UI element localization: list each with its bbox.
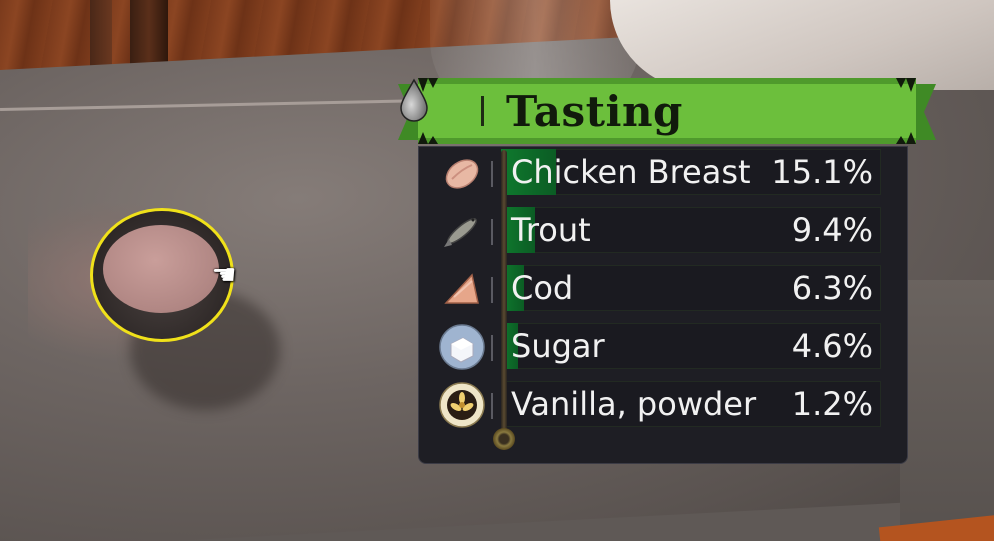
- ingredient-row: Sugar 4.6%: [419, 321, 889, 373]
- row-separator: [491, 219, 493, 245]
- ingredient-name: Trout: [511, 211, 591, 249]
- ingredient-list: Chicken Breast 15.1% Trout 9.4% Cod 6.3%: [418, 146, 908, 464]
- ingredient-percent: 4.6%: [791, 327, 873, 365]
- chair-leg: [90, 0, 112, 70]
- cod-icon: [439, 267, 485, 311]
- ingredient-row: Cod 6.3%: [419, 263, 889, 315]
- water-drop-icon: [400, 78, 428, 122]
- ingredient-percent: 6.3%: [791, 269, 873, 307]
- bowl-liquid: [103, 225, 219, 313]
- banner-separator: [481, 96, 484, 126]
- panel-title: Tasting: [506, 87, 683, 136]
- ingredient-row: Vanilla, powder 1.2%: [419, 379, 889, 431]
- ingredient-name: Sugar: [511, 327, 605, 365]
- row-separator: [491, 161, 493, 187]
- ingredient-name: Chicken Breast: [511, 153, 751, 191]
- scrollbar-thumb[interactable]: [493, 428, 515, 450]
- sugar-icon: [439, 324, 485, 370]
- tasting-banner: Tasting: [398, 78, 936, 146]
- ingredient-row: Trout 9.4%: [419, 205, 889, 257]
- hand-cursor-icon: ☚: [211, 258, 237, 291]
- chicken-breast-icon: [439, 151, 485, 195]
- row-separator: [491, 335, 493, 361]
- scrollbar-track[interactable]: [501, 150, 507, 450]
- ingredient-percent: 9.4%: [791, 211, 873, 249]
- ingredient-name: Vanilla, powder: [511, 385, 757, 423]
- plate: [610, 0, 994, 90]
- vanilla-icon: [439, 382, 485, 428]
- tasting-panel: Tasting Chicken Breast 15.1% Trout 9.4%: [398, 78, 936, 464]
- ingredient-percent: 1.2%: [791, 385, 873, 423]
- row-separator: [491, 277, 493, 303]
- ingredient-row: Chicken Breast 15.1%: [419, 147, 889, 199]
- trout-icon: [439, 209, 485, 253]
- ingredient-name: Cod: [511, 269, 574, 307]
- counter-side: [900, 280, 994, 541]
- row-separator: [491, 393, 493, 419]
- ingredient-percent: 15.1%: [771, 153, 873, 191]
